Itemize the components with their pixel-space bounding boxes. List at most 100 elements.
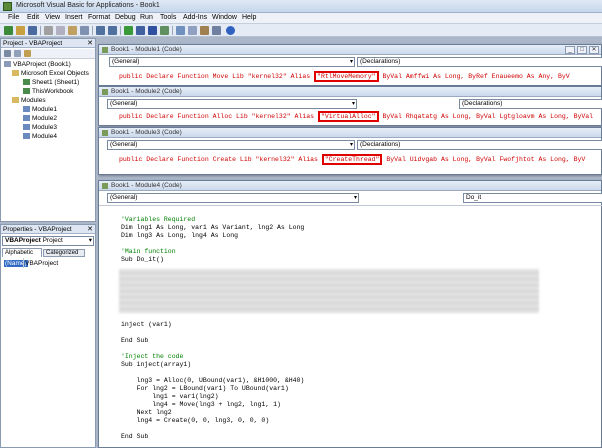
code-line-inject-call[interactable]: inject (var1) [121, 321, 172, 329]
alias-highlight-virtualalloc: "VirtualAlloc" [317, 111, 379, 122]
blurred-shellcode-block [119, 269, 539, 313]
undo-icon[interactable] [96, 26, 105, 35]
close-icon[interactable]: ✕ [87, 225, 93, 233]
module4-object-combo[interactable]: (General) ▾ [107, 193, 359, 203]
menu-help[interactable]: Help [242, 14, 256, 21]
tree-item-module1[interactable]: Module1 [23, 106, 57, 113]
tab-categorized[interactable]: Categorized [43, 249, 85, 257]
module2-declare-line[interactable]: public Declare Function Alloc Lib "kerne… [119, 111, 593, 122]
code-line-next[interactable]: Next lng2 [121, 409, 172, 417]
module2-code-window[interactable]: Book1 - Module2 (Code) (General) ▾ (Decla… [98, 86, 602, 126]
menu-window[interactable]: Window [212, 14, 237, 21]
menu-insert[interactable]: Insert [65, 14, 83, 21]
help-icon[interactable] [226, 26, 235, 35]
code-line-alloc[interactable]: lng3 = Alloc(0, UBound(var1), &H1000, &H… [121, 377, 305, 385]
toggle-folders-icon[interactable] [24, 50, 31, 57]
reset-icon[interactable] [148, 26, 157, 35]
tab-alphabetic[interactable]: Alphabetic [2, 248, 42, 257]
tree-item-module2[interactable]: Module2 [23, 115, 57, 122]
properties-icon[interactable] [188, 26, 197, 35]
code-line-sub-doit[interactable]: Sub Do_it() [121, 256, 164, 264]
minimize-icon[interactable]: _ [565, 46, 575, 54]
module1-procedure-combo[interactable]: (Declarations) [357, 57, 602, 67]
module4-procedure-combo[interactable]: Do_it [463, 193, 602, 203]
code-line-move[interactable]: lng4 = Move(lng3 + lng2, lng1, 1) [121, 401, 281, 409]
chevron-down-icon: ▾ [349, 142, 353, 148]
code-line-assign[interactable]: lng1 = var1(lng2) [121, 393, 218, 401]
code-line-end-sub-1[interactable]: End Sub [121, 337, 148, 345]
code-comment-inject[interactable]: 'Inject the code [121, 353, 183, 361]
menu-run[interactable]: Run [140, 14, 153, 21]
save-icon[interactable] [28, 26, 37, 35]
module3-code-window[interactable]: Book1 - Module3 (Code) (General) ▾ (Decla… [98, 127, 602, 175]
properties-title: Properties - VBAProject [3, 226, 72, 233]
cut-icon[interactable] [44, 26, 53, 35]
close-icon[interactable]: ✕ [589, 46, 599, 54]
chevron-down-icon: ▾ [353, 195, 357, 201]
tree-item-modules[interactable]: Modules [12, 97, 46, 104]
project-explorer-title: Project - VBAProject [3, 40, 63, 47]
toolbar-separator [120, 26, 121, 35]
module2-procedure-combo[interactable]: (Declarations) [459, 99, 602, 109]
menu-tools[interactable]: Tools [160, 14, 176, 21]
find-icon[interactable] [80, 26, 89, 35]
menu-debug[interactable]: Debug [115, 14, 136, 21]
module1-declare-line[interactable]: public Declare Function Move Lib "kernel… [119, 71, 570, 82]
property-name-value[interactable]: VBAProject [25, 260, 58, 267]
project-explorer-toolbar [1, 49, 95, 59]
object-browser-icon[interactable] [200, 26, 209, 35]
vba-app-icon [3, 2, 12, 11]
project-explorer-icon[interactable] [176, 26, 185, 35]
run-icon[interactable] [124, 26, 133, 35]
toolbar-separator [172, 26, 173, 35]
menu-add-ins[interactable]: Add-Ins [183, 14, 207, 21]
insert-module-icon[interactable] [16, 26, 25, 35]
code-comment-variables[interactable]: 'Variables Required [121, 216, 195, 224]
code-line-dim1[interactable]: Dim lng1 As Long, var1 As Variant, lng2 … [121, 224, 304, 232]
tree-item-module3[interactable]: Module3 [23, 124, 57, 131]
code-line-for[interactable]: For lng2 = LBound(var1) To UBound(var1) [121, 385, 289, 393]
code-line-dim2[interactable]: Dim lng3 As Long, lng4 As Long [121, 232, 238, 240]
code-line-create[interactable]: lng4 = Create(0, 0, lng3, 0, 0, 0) [121, 417, 270, 425]
menu-file[interactable]: File [8, 14, 19, 21]
tree-item-vbaproject[interactable]: VBAProject (Book1) [4, 61, 71, 68]
redo-icon[interactable] [108, 26, 117, 35]
toolbox-icon[interactable] [212, 26, 221, 35]
alias-highlight-createthread: "CreateThread" [321, 154, 383, 165]
module4-code-window[interactable]: Book1 - Module4 (Code) (General) ▾ Do_it … [98, 180, 602, 448]
module3-declare-line[interactable]: public Declare Function Create Lib "kern… [119, 154, 585, 165]
project-icon [4, 61, 11, 67]
paste-icon[interactable] [68, 26, 77, 35]
excel-icon[interactable] [4, 26, 13, 35]
view-object-icon[interactable] [14, 50, 21, 57]
property-grid-divider [23, 258, 24, 268]
menu-edit[interactable]: Edit [27, 14, 39, 21]
tree-item-module4[interactable]: Module4 [23, 133, 57, 140]
properties-object-name: VBAProject [5, 237, 41, 244]
tree-item-thisworkbook[interactable]: ThisWorkbook [23, 88, 73, 95]
copy-icon[interactable] [56, 26, 65, 35]
maximize-icon[interactable]: □ [577, 46, 587, 54]
menu-view[interactable]: View [45, 14, 60, 21]
properties-object-type: Project [42, 237, 63, 244]
close-icon[interactable]: ✕ [87, 39, 93, 47]
tree-item-sheet1[interactable]: Sheet1 (Sheet1) [23, 79, 79, 86]
menu-format[interactable]: Format [88, 14, 110, 21]
view-code-icon[interactable] [4, 50, 11, 57]
design-mode-icon[interactable] [160, 26, 169, 35]
workbook-icon [23, 88, 30, 94]
properties-object-select[interactable]: VBAProject Project ▾ [2, 236, 94, 246]
code-comment-main[interactable]: 'Main function [121, 248, 176, 256]
break-icon[interactable] [136, 26, 145, 35]
module1-code-window[interactable]: Book1 - Module1 (Code) _ □ ✕ (General) ▾ … [98, 44, 602, 86]
module3-title: Book1 - Module3 (Code) [111, 129, 182, 136]
chevron-down-icon: ▾ [349, 59, 353, 65]
module2-object-combo[interactable]: (General) ▾ [107, 99, 357, 109]
code-line-end-sub-2[interactable]: End Sub [121, 433, 148, 441]
code-line-sub-inject[interactable]: Sub inject(array1) [121, 361, 191, 369]
module3-procedure-combo[interactable]: (Declarations) [357, 140, 602, 150]
module1-title: Book1 - Module1 (Code) [111, 46, 182, 53]
module1-object-combo[interactable]: (General) ▾ [109, 57, 355, 67]
tree-item-excel-objects[interactable]: Microsoft Excel Objects [12, 70, 89, 77]
module3-object-combo[interactable]: (General) ▾ [107, 140, 355, 150]
